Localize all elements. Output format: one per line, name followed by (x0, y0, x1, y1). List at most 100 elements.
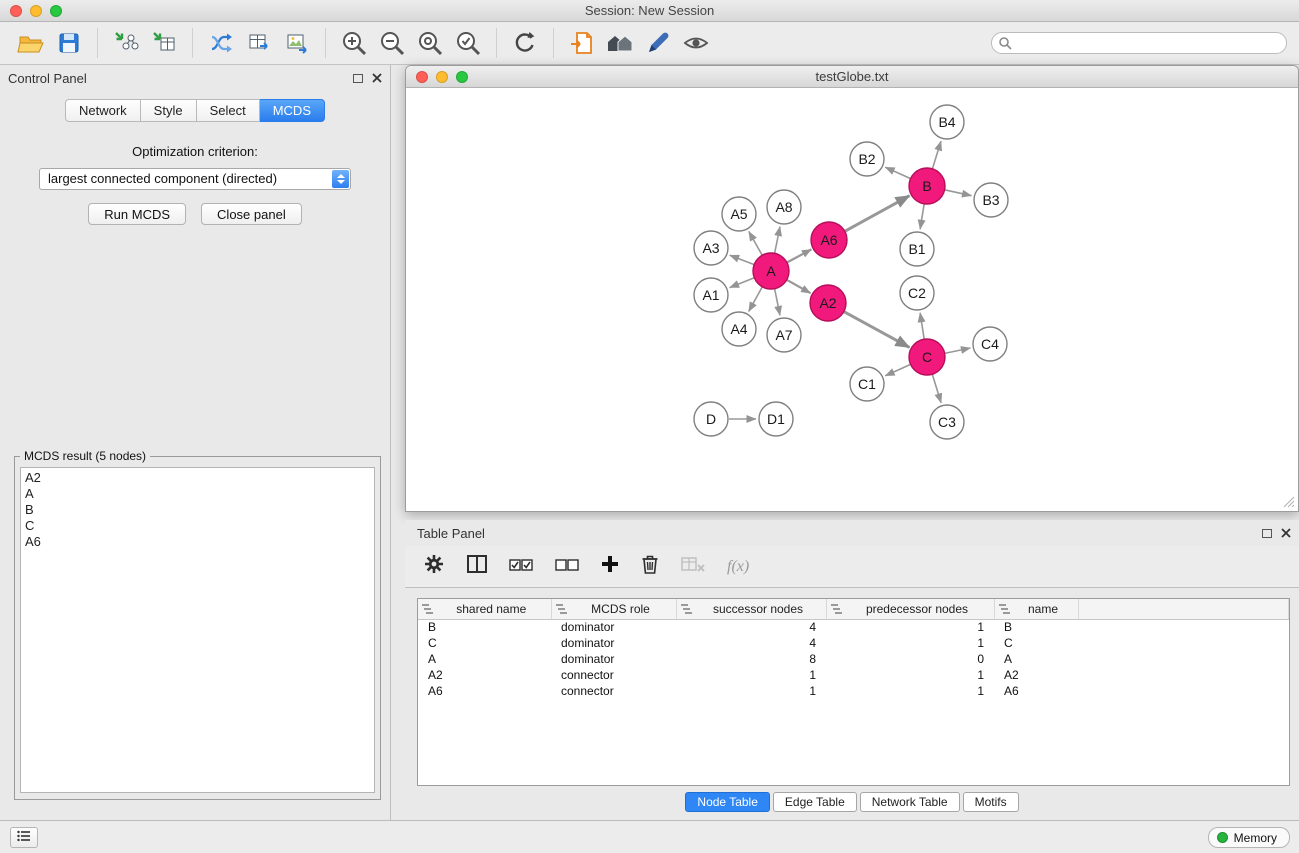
graph-edge-A-A1[interactable] (730, 278, 755, 288)
graph-node-A6[interactable]: A6 (811, 222, 847, 258)
import-table-button[interactable] (145, 25, 183, 61)
select-all-button[interactable] (509, 558, 533, 576)
graph-node-A5[interactable]: A5 (722, 197, 756, 231)
delete-table-button[interactable] (681, 556, 705, 577)
table-row[interactable]: Bdominator41B (418, 619, 1289, 635)
float-table-panel-icon[interactable] (1262, 529, 1272, 538)
resize-grip-icon[interactable] (1283, 496, 1295, 508)
column-header[interactable]: shared name (418, 599, 551, 619)
graph-edge-A-A2[interactable] (787, 280, 811, 293)
network-minimize-button[interactable] (436, 71, 448, 83)
criterion-dropdown[interactable]: largest connected component (directed) (39, 168, 351, 190)
node-table[interactable]: shared nameMCDS rolesuccessor nodesprede… (417, 598, 1290, 786)
memory-button[interactable]: Memory (1208, 827, 1290, 848)
graph-node-B4[interactable]: B4 (930, 105, 964, 139)
show-hide-button[interactable] (677, 25, 715, 61)
graph-node-B3[interactable]: B3 (974, 183, 1008, 217)
show-columns-button[interactable] (467, 555, 487, 578)
graph-node-A[interactable]: A (753, 253, 789, 289)
add-row-button[interactable] (601, 555, 619, 578)
tab-edge-table[interactable]: Edge Table (773, 792, 857, 812)
graph-node-B[interactable]: B (909, 168, 945, 204)
mcds-result-item[interactable]: B (25, 502, 370, 518)
tab-style[interactable]: Style (141, 99, 197, 122)
graph-node-C2[interactable]: C2 (900, 276, 934, 310)
annotation-pen-button[interactable] (639, 25, 677, 61)
function-builder-button[interactable]: f(x) (727, 558, 749, 576)
graph-node-C3[interactable]: C3 (930, 405, 964, 439)
task-history-button[interactable] (10, 827, 38, 848)
close-window-button[interactable] (10, 5, 22, 17)
table-row[interactable]: Cdominator41C (418, 635, 1289, 651)
tab-motifs[interactable]: Motifs (963, 792, 1019, 812)
graph-edge-C-C3[interactable] (932, 374, 941, 403)
home-views-button[interactable] (601, 25, 639, 61)
export-table-button[interactable] (240, 25, 278, 61)
graph-edge-A-A3[interactable] (730, 255, 755, 264)
tab-network[interactable]: Network (65, 99, 141, 122)
graph-node-D[interactable]: D (694, 402, 728, 436)
graph-edge-A2-C[interactable] (844, 312, 910, 348)
graph-node-C[interactable]: C (909, 339, 945, 375)
zoom-window-button[interactable] (50, 5, 62, 17)
close-table-panel-icon[interactable] (1281, 528, 1291, 538)
network-window-titlebar[interactable]: testGlobe.txt (406, 66, 1298, 88)
graph-edge-B-B4[interactable] (932, 141, 941, 169)
graph-edge-A-A8[interactable] (775, 227, 780, 254)
table-row[interactable]: A2connector11A2 (418, 667, 1289, 683)
graph-edge-B-B3[interactable] (945, 190, 972, 196)
network-zoom-button[interactable] (456, 71, 468, 83)
deselect-all-button[interactable] (555, 558, 579, 576)
close-panel-icon[interactable] (372, 73, 382, 83)
open-file-button[interactable] (12, 25, 50, 61)
tab-node-table[interactable]: Node Table (685, 792, 770, 812)
tab-mcds[interactable]: MCDS (260, 99, 325, 122)
column-header[interactable]: predecessor nodes (826, 599, 994, 619)
network-graph[interactable]: B4B2BB3A5A8A6A3B1AA1C2A2A4A7C4CC1DD1C3 (407, 89, 1299, 512)
graph-node-A7[interactable]: A7 (767, 318, 801, 352)
first-neighbors-button[interactable] (563, 25, 601, 61)
minimize-window-button[interactable] (30, 5, 42, 17)
mcds-result-item[interactable]: C (25, 518, 370, 534)
table-row[interactable]: Adominator80A (418, 651, 1289, 667)
graph-node-B2[interactable]: B2 (850, 142, 884, 176)
graph-edge-B-B2[interactable] (885, 167, 910, 178)
column-header[interactable]: name (994, 599, 1078, 619)
mcds-result-item[interactable]: A6 (25, 534, 370, 550)
table-settings-button[interactable] (423, 553, 445, 580)
table-row[interactable]: A6connector11A6 (418, 683, 1289, 699)
graph-edge-A-A7[interactable] (775, 289, 780, 316)
graph-edge-C-C1[interactable] (885, 364, 910, 375)
graph-edge-A-A5[interactable] (749, 231, 762, 255)
tab-network-table[interactable]: Network Table (860, 792, 960, 812)
network-canvas[interactable]: B4B2BB3A5A8A6A3B1AA1C2A2A4A7C4CC1DD1C3 (407, 89, 1297, 510)
graph-edge-A-A4[interactable] (749, 287, 763, 312)
graph-node-B1[interactable]: B1 (900, 232, 934, 266)
delete-row-button[interactable] (641, 554, 659, 579)
dropdown-stepper-icon[interactable] (332, 170, 349, 188)
tab-select[interactable]: Select (197, 99, 260, 122)
graph-edge-C-C2[interactable] (920, 313, 924, 339)
graph-node-C4[interactable]: C4 (973, 327, 1007, 361)
mcds-result-item[interactable]: A (25, 486, 370, 502)
column-header[interactable]: MCDS role (551, 599, 676, 619)
new-network-button[interactable] (202, 25, 240, 61)
mcds-result-list[interactable]: A2ABCA6 (20, 467, 375, 793)
graph-node-A4[interactable]: A4 (722, 312, 756, 346)
graph-edge-A6-B[interactable] (845, 196, 910, 232)
graph-node-C1[interactable]: C1 (850, 367, 884, 401)
search-input[interactable] (991, 32, 1287, 54)
graph-node-A2[interactable]: A2 (810, 285, 846, 321)
mcds-result-item[interactable]: A2 (25, 470, 370, 486)
import-network-button[interactable] (107, 25, 145, 61)
close-panel-button[interactable]: Close panel (201, 203, 302, 225)
graph-node-A1[interactable]: A1 (694, 278, 728, 312)
zoom-selected-button[interactable] (449, 25, 487, 61)
graph-edge-A-A6[interactable] (787, 249, 812, 262)
graph-edge-B-B1[interactable] (920, 204, 924, 229)
graph-node-A8[interactable]: A8 (767, 190, 801, 224)
zoom-in-button[interactable] (335, 25, 373, 61)
refresh-button[interactable] (506, 25, 544, 61)
network-close-button[interactable] (416, 71, 428, 83)
export-image-button[interactable] (278, 25, 316, 61)
